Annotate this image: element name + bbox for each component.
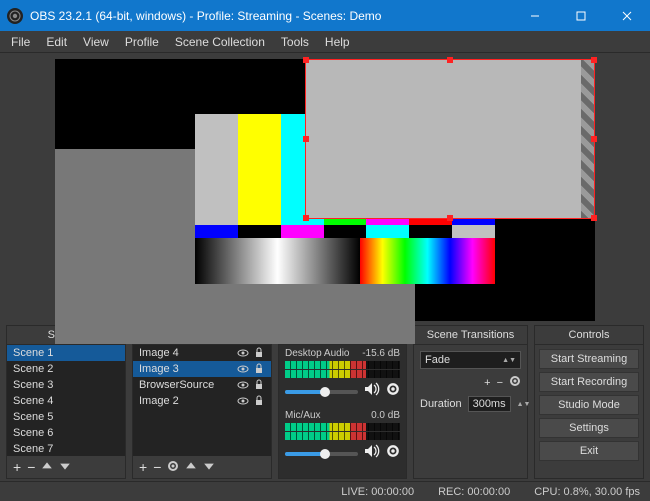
scene-remove-button[interactable]: −	[27, 459, 35, 475]
maximize-button[interactable]	[558, 0, 604, 31]
control-button-start-recording[interactable]: Start Recording	[539, 372, 639, 392]
menu-help[interactable]: Help	[318, 33, 357, 51]
source-item[interactable]: BrowserSource	[133, 377, 271, 393]
lock-icon[interactable]	[253, 379, 265, 391]
controls-header: Controls	[535, 326, 643, 345]
transition-current: Fade	[425, 354, 450, 366]
level-meter	[285, 423, 400, 431]
source-remove-button[interactable]: −	[153, 459, 161, 475]
source-up-button[interactable]	[185, 459, 197, 475]
visibility-icon[interactable]	[237, 347, 249, 359]
level-meter	[285, 370, 400, 378]
updown-icon: ▲▼	[502, 358, 516, 363]
status-rec: REC: 00:00:00	[438, 486, 510, 498]
scene-item[interactable]: Scene 7	[7, 441, 125, 456]
preview-canvas[interactable]	[55, 59, 595, 321]
visibility-icon[interactable]	[237, 363, 249, 375]
control-button-studio-mode[interactable]: Studio Mode	[539, 395, 639, 415]
scene-add-button[interactable]: +	[13, 459, 21, 475]
menu-tools[interactable]: Tools	[274, 33, 316, 51]
status-live: LIVE: 00:00:00	[341, 486, 414, 498]
sources-list[interactable]: Image 4Image 3BrowserSourceImage 2	[133, 345, 271, 456]
transition-select[interactable]: Fade ▲▼	[420, 351, 521, 369]
volume-slider[interactable]	[285, 390, 358, 394]
scene-up-button[interactable]	[41, 459, 53, 475]
scene-item[interactable]: Scene 3	[7, 377, 125, 393]
menu-scene-collection[interactable]: Scene Collection	[168, 33, 272, 51]
lock-icon[interactable]	[253, 347, 265, 359]
window-title: OBS 23.2.1 (64-bit, windows) - Profile: …	[30, 9, 512, 23]
titlebar: OBS 23.2.1 (64-bit, windows) - Profile: …	[0, 0, 650, 31]
channel-settings-button[interactable]	[386, 382, 400, 401]
mixer-channel: Desktop Audio -15.6 dB	[279, 345, 406, 407]
scene-item[interactable]: Scene 4	[7, 393, 125, 409]
updown-icon[interactable]: ▲▼	[517, 402, 531, 407]
duration-input[interactable]: 300ms	[468, 396, 511, 412]
volume-slider[interactable]	[285, 452, 358, 456]
source-add-button[interactable]: +	[139, 459, 147, 475]
duration-label: Duration	[420, 398, 462, 410]
mixer-panel: Mixer Desktop Audio-15.6 dBMic/Aux0.0 dB	[278, 325, 407, 479]
control-button-exit[interactable]: Exit	[539, 441, 639, 461]
close-button[interactable]	[604, 0, 650, 31]
control-button-settings[interactable]: Settings	[539, 418, 639, 438]
menu-edit[interactable]: Edit	[39, 33, 74, 51]
sources-panel: Sources Image 4Image 3BrowserSourceImage…	[132, 325, 272, 479]
statusbar: LIVE: 00:00:00 REC: 00:00:00 CPU: 0.8%, …	[0, 481, 650, 501]
menu-profile[interactable]: Profile	[118, 33, 166, 51]
transitions-panel: Scene Transitions Fade ▲▼ + − Duration 3…	[413, 325, 528, 479]
visibility-icon[interactable]	[237, 395, 249, 407]
speaker-icon[interactable]	[364, 382, 380, 401]
preview-area[interactable]	[8, 59, 642, 321]
speaker-icon[interactable]	[364, 444, 380, 463]
scene-item[interactable]: Scene 6	[7, 425, 125, 441]
scenes-panel: Scenes Scene 1Scene 2Scene 3Scene 4Scene…	[6, 325, 126, 479]
channel-name: Desktop Audio	[285, 348, 350, 359]
transition-add-button[interactable]: +	[484, 377, 490, 389]
channel-db: -15.6 dB	[362, 348, 400, 359]
menu-file[interactable]: File	[4, 33, 37, 51]
channel-name: Mic/Aux	[285, 410, 321, 421]
lock-icon[interactable]	[253, 363, 265, 375]
source-settings-button[interactable]	[167, 459, 179, 475]
visibility-icon[interactable]	[237, 379, 249, 391]
source-item[interactable]: Image 3	[133, 361, 271, 377]
channel-settings-button[interactable]	[386, 444, 400, 463]
channel-db: 0.0 dB	[371, 410, 400, 421]
menubar: File Edit View Profile Scene Collection …	[0, 31, 650, 53]
level-meter	[285, 361, 400, 369]
menu-view[interactable]: View	[76, 33, 116, 51]
mixer-list: Desktop Audio -15.6 dB Mic/Aux 0.0 dB	[279, 345, 406, 478]
scene-item[interactable]: Scene 5	[7, 409, 125, 425]
transition-remove-button[interactable]: −	[497, 377, 503, 389]
mixer-channel: Mic/Aux 0.0 dB	[279, 407, 406, 469]
minimize-button[interactable]	[512, 0, 558, 31]
controls-panel: Controls Start Streaming Start Recording S…	[534, 325, 644, 479]
scene-item[interactable]: Scene 1	[7, 345, 125, 361]
source-down-button[interactable]	[203, 459, 215, 475]
selection-box[interactable]	[305, 59, 595, 219]
status-cpu: CPU: 0.8%, 30.00 fps	[534, 486, 640, 498]
scene-item[interactable]: Scene 2	[7, 361, 125, 377]
control-button-start-streaming[interactable]: Start Streaming	[539, 349, 639, 369]
app-icon	[7, 8, 23, 24]
source-item[interactable]: Image 4	[133, 345, 271, 361]
scenes-list[interactable]: Scene 1Scene 2Scene 3Scene 4Scene 5Scene…	[7, 345, 125, 456]
level-meter	[285, 432, 400, 440]
scene-down-button[interactable]	[59, 459, 71, 475]
source-item[interactable]: Image 2	[133, 393, 271, 409]
transitions-header: Scene Transitions	[414, 326, 527, 345]
transition-settings-button[interactable]	[509, 375, 521, 390]
lock-icon[interactable]	[253, 395, 265, 407]
